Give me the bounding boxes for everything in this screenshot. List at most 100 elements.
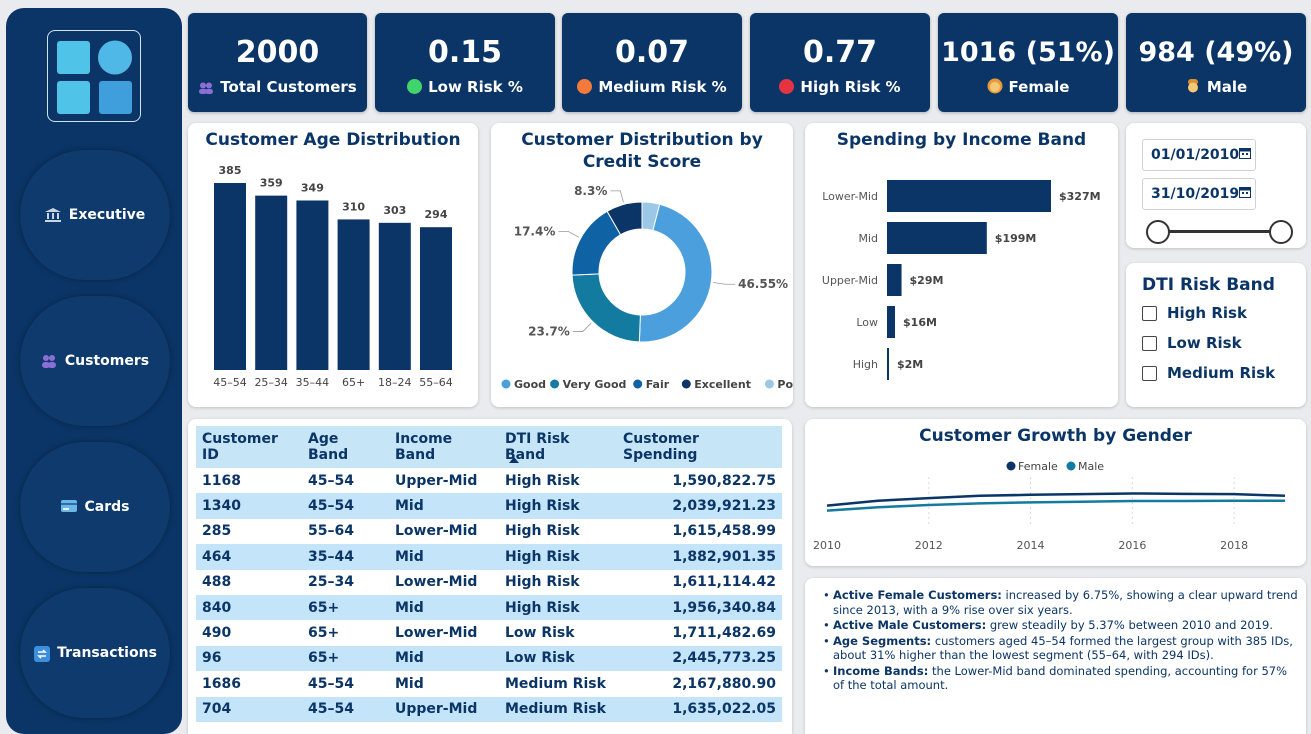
table-cell: 2,039,921.23: [617, 493, 782, 519]
income-bar: [887, 306, 896, 338]
orange-circle-icon: [577, 79, 593, 94]
man-icon: [1185, 78, 1201, 99]
income-bar: [887, 264, 902, 296]
age-bar-value: 303: [383, 204, 406, 217]
table-row[interactable]: 285 55–64 Lower-Mid High Risk 1,615,458.99: [196, 519, 782, 544]
nav-executive[interactable]: Executive: [20, 150, 170, 280]
date-slider-track[interactable]: [1156, 230, 1282, 233]
donut-leader-line: [713, 282, 736, 285]
donut-leader-line: [610, 190, 624, 203]
insight-item: Age Segments: customers aged 45–54 forme…: [823, 634, 1298, 663]
table-cell: 45–54: [308, 675, 354, 692]
age-distribution-card: Customer Age Distribution 385 45–54 359 25–…: [188, 123, 478, 407]
age-bar-value: 349: [301, 181, 324, 194]
green-circle-icon: [407, 79, 423, 94]
age-category-label: 25–34: [254, 376, 288, 389]
nav-cards-label: Cards: [84, 499, 130, 515]
table-cell: 1168: [202, 472, 241, 489]
table-cell: Lower-Mid: [395, 625, 478, 642]
x-tick-label: 2016: [1118, 539, 1146, 552]
table-cell: High Risk: [499, 544, 617, 570]
checkbox[interactable]: [1142, 305, 1157, 321]
nav-transactions-label: Transactions: [57, 645, 157, 661]
table-cell: High Risk: [505, 523, 580, 540]
column-header[interactable]: Income Band: [389, 426, 499, 468]
table-row[interactable]: 840 65+ Mid High Risk 1,956,340.84: [196, 594, 782, 621]
income-bar: [887, 222, 987, 254]
income-category-label: High: [853, 358, 878, 371]
age-bar-value: 294: [425, 208, 448, 221]
table-cell: 490: [202, 625, 232, 642]
insight-heading: Active Male Customers:: [833, 618, 987, 632]
table-cell: 1,882,901.35: [617, 544, 782, 570]
checkbox[interactable]: [1142, 335, 1157, 351]
age-bar: [420, 227, 452, 370]
table-row[interactable]: 1168 45–54 Upper-Mid High Risk 1,590,822.75: [196, 468, 782, 493]
table-cell: 1686: [202, 675, 241, 692]
table-row[interactable]: 490 65+ Lower-Mid Low Risk 1,711,482.69: [196, 620, 782, 645]
table-cell: 285: [202, 523, 232, 540]
table-row[interactable]: 1340 45–54 Mid High Risk 2,039,921.23: [196, 493, 782, 519]
table-cell: 1340: [196, 493, 302, 519]
table-cell: High Risk: [505, 472, 580, 489]
insight-item: Active Female Customers: increased by 6.…: [823, 588, 1298, 617]
dti-option-high-risk[interactable]: High Risk: [1142, 304, 1247, 322]
calendar-icon[interactable]: [1239, 186, 1252, 202]
table-row[interactable]: 488 25–34 Lower-Mid High Risk 1,611,114.42: [196, 570, 782, 595]
table-cell: Upper-Mid: [389, 696, 499, 722]
slicer-title: DTI Risk Band: [1142, 275, 1275, 295]
nav-cards[interactable]: Cards: [20, 442, 170, 572]
dti-option-low-risk[interactable]: Low Risk: [1142, 334, 1242, 352]
calendar-icon[interactable]: [1239, 147, 1252, 163]
table-cell: 1,611,114.42: [672, 574, 776, 591]
table-cell: 35–44: [302, 544, 389, 570]
column-header-sorted[interactable]: DTI Risk Band: [499, 426, 617, 468]
date-slider-start-handle[interactable]: [1146, 220, 1170, 244]
insights-list: Active Female Customers: increased by 6.…: [823, 588, 1298, 694]
income-bar: [887, 180, 1051, 212]
table-row[interactable]: 1686 45–54 Mid Medium Risk 2,167,880.90: [196, 671, 782, 696]
insight-heading: Age Segments:: [833, 633, 932, 648]
kpi-label: High Risk %: [800, 78, 901, 96]
age-bar: [255, 195, 288, 370]
table-cell: 55–64: [308, 523, 354, 540]
dti-option-medium-risk[interactable]: Medium Risk: [1142, 364, 1275, 382]
kpi-medium-risk: 0.07 Medium Risk %: [562, 13, 742, 112]
checkbox[interactable]: [1142, 365, 1157, 381]
age-category-label: 35–44: [296, 376, 330, 389]
customer-table: Customer ID Age Band Income Band DTI Ris…: [196, 426, 782, 722]
table-cell: Mid: [395, 675, 424, 692]
legend-swatch: [764, 379, 774, 389]
nav-customers[interactable]: Customers: [20, 296, 170, 426]
end-date-input[interactable]: 31/10/2019: [1142, 178, 1256, 210]
table-row[interactable]: 464 35–44 Mid High Risk 1,882,901.35: [196, 544, 782, 570]
insight-item: Active Male Customers: grew steadily by …: [823, 618, 1298, 633]
table-cell: 65+: [302, 645, 389, 672]
logo-icon: [57, 40, 132, 114]
table-cell: 2,445,773.25: [617, 645, 782, 672]
column-header[interactable]: Customer Spending: [617, 426, 782, 468]
column-header[interactable]: Customer ID: [196, 426, 302, 468]
date-slider-end-handle[interactable]: [1269, 220, 1293, 244]
column-header[interactable]: Age Band: [302, 426, 389, 468]
insights-card: Active Female Customers: increased by 6.…: [805, 578, 1306, 734]
donut-data-label: 8.3%: [574, 184, 607, 198]
kpi-value: 0.15: [427, 35, 503, 70]
donut-data-label: 17.4%: [514, 225, 556, 239]
table-cell: 1,590,822.75: [672, 472, 776, 489]
table-cell: 704: [196, 696, 302, 722]
x-tick-label: 2012: [915, 539, 943, 552]
income-category-label: Mid: [858, 232, 878, 245]
woman-icon: [987, 78, 1003, 99]
users-icon: [198, 79, 214, 99]
table-row[interactable]: 704 45–54 Upper-Mid Medium Risk 1,635,022.05: [196, 696, 782, 722]
table-cell: 65+: [302, 594, 389, 621]
start-date-input[interactable]: 01/01/2010: [1142, 139, 1256, 171]
income-category-label: Upper-Mid: [822, 274, 878, 287]
table-row[interactable]: 96 65+ Mid Low Risk 2,445,773.25: [196, 645, 782, 672]
nav-transactions[interactable]: Transactions: [20, 588, 170, 718]
users-icon: [41, 354, 58, 368]
age-distribution-chart: 385 45–54 359 25–34 349 35–44 310 65+ 303 18–24 29…: [213, 164, 453, 389]
table-cell: 1,635,022.05: [617, 696, 782, 722]
date-range-slicer: 01/01/2010 31/10/2019: [1126, 123, 1306, 248]
